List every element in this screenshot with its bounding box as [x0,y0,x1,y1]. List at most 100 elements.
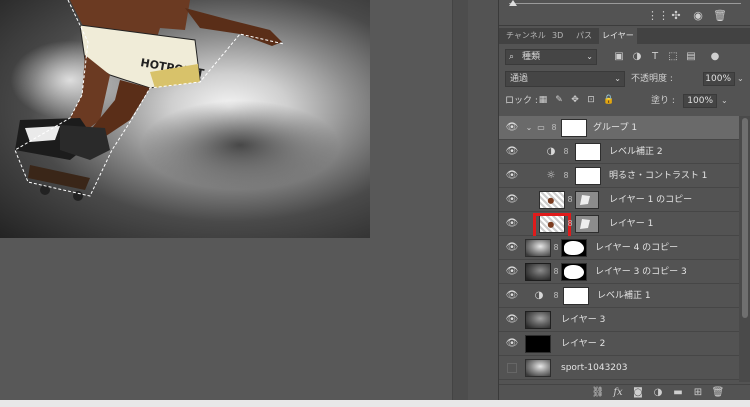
layer-thumbnail[interactable] [525,359,551,377]
layer-row-levels-1[interactable]: 👁 ◑ 8 レベル補正 1 [499,284,739,308]
layer-row-layer-2[interactable]: 👁 レイヤー 2 [499,332,739,356]
eye-icon[interactable]: 👁 [505,145,519,159]
layer-mask-thumbnail[interactable] [575,191,599,209]
shape-filter-icon[interactable]: ⬚ [667,50,679,64]
layer-row-layer-3[interactable]: 👁 レイヤー 3 [499,308,739,332]
layer-name[interactable]: レイヤー 3 [561,308,605,332]
layer-thumbnail[interactable] [525,239,551,257]
new-layer-icon[interactable]: ⊞ [691,386,705,400]
layers-scrollbar[interactable] [739,116,750,382]
link-icon[interactable]: 8 [563,170,569,182]
link-icon[interactable]: 8 [551,122,557,134]
link-layers-icon[interactable]: ⛓ [591,386,605,400]
eye-icon[interactable]: 👁 [505,241,519,255]
lock-all-icon[interactable]: 🔒 [603,93,615,107]
blend-row: 通過 ⌄ 不透明度 : 100% ⌄ [499,70,750,88]
new-group-icon[interactable]: ▬ [671,386,685,400]
filter-kind-select[interactable]: ⌕ 種類 ⌄ [505,49,597,65]
eye-icon[interactable]: ◉ [691,9,705,23]
eye-icon[interactable]: 👁 [505,193,519,207]
grid-icon[interactable]: ⋮⋮ [647,9,669,23]
add-mask-icon[interactable]: ◙ [631,386,645,400]
blend-mode-select[interactable]: 通過 ⌄ [505,71,625,87]
layer-thumbnail[interactable] [525,263,551,281]
fill-label: 塗り : [651,96,675,106]
eye-icon[interactable]: 👁 [505,265,519,279]
layer-name[interactable]: グループ 1 [593,116,637,140]
eye-icon[interactable]: 👁 [505,217,519,231]
layer-name[interactable]: 明るさ・コントラスト 1 [609,164,707,188]
type-filter-icon[interactable]: T [649,50,661,64]
lock-artboard-icon[interactable]: ⊡ [585,93,597,107]
layer-row-layer-3-copy-3[interactable]: 👁 8 レイヤー 3 のコピー 3 [499,260,739,284]
lock-label: ロック : [505,96,538,106]
filter-toggle-icon[interactable]: ● [709,50,721,64]
slider-handle[interactable] [509,0,517,6]
chevron-down-icon[interactable]: ⌄ [737,71,744,87]
layer-row-sport-1043203[interactable]: sport-1043203 [499,356,739,380]
chevron-down-icon[interactable]: ⌄ [721,93,728,109]
chevron-down-icon: ⌄ [586,52,593,61]
canvas-area[interactable]: HOTPOINT [0,0,452,400]
new-adjustment-icon[interactable]: ◑ [651,386,665,400]
layer-mask-thumbnail[interactable] [561,119,587,137]
layer-row-layer-1[interactable]: 👁 8 レイヤー 1 [499,212,739,239]
layer-name[interactable]: レイヤー 2 [561,332,605,356]
layer-mask-thumbnail[interactable] [561,239,587,257]
opacity-input[interactable]: 100% [703,72,735,86]
eye-icon[interactable]: 👁 [505,289,519,303]
eye-icon[interactable]: 👁 [505,313,519,327]
layer-thumbnail[interactable] [525,311,551,329]
layer-row-brightness-contrast-1[interactable]: 👁 ☼ 8 明るさ・コントラスト 1 [499,164,739,188]
layer-row-layer-1-copy[interactable]: 👁 8 レイヤー 1 のコピー [499,188,739,212]
fx-icon[interactable]: fx [611,386,625,400]
link-icon[interactable]: 8 [553,266,559,278]
layer-mask-thumbnail[interactable] [563,287,589,305]
layer-mask-thumbnail[interactable] [561,263,587,281]
canvas-vertical-scrollbar[interactable] [452,0,468,400]
layer-row-levels-2[interactable]: 👁 ◑ 8 レベル補正 2 [499,140,739,164]
layer-thumbnail[interactable] [539,191,565,209]
layer-row-group-1[interactable]: 👁 ⌄ ▭ 8 グループ 1 [499,116,739,140]
layer-name[interactable]: レイヤー 1 のコピー [609,188,692,212]
layer-mask-thumbnail[interactable] [575,215,599,233]
tab-channels[interactable]: チャンネル [503,28,549,44]
lock-brush-icon[interactable]: ✎ [553,93,565,107]
layer-name[interactable]: sport-1043203 [561,356,627,380]
layer-name[interactable]: レベル補正 2 [609,140,663,164]
visibility-toggle[interactable] [507,363,517,373]
layer-name[interactable]: レイヤー 3 のコピー 3 [595,260,687,284]
pixel-filter-icon[interactable]: ▣ [613,50,625,64]
layer-mask-thumbnail[interactable] [575,143,601,161]
eye-icon[interactable]: 👁 [505,121,519,135]
link-icon[interactable]: 8 [553,290,559,302]
opacity-label: 不透明度 : [631,74,673,84]
tab-3d[interactable]: 3D [549,28,566,44]
layer-row-layer-4-copy[interactable]: 👁 8 レイヤー 4 のコピー [499,236,739,260]
layer-name[interactable]: レイヤー 4 のコピー [595,236,678,260]
link-icon[interactable]: 8 [567,218,573,230]
layer-mask-thumbnail[interactable] [575,167,601,185]
chevron-down-icon[interactable]: ⌄ [523,122,535,134]
trash-icon[interactable]: 🗑 [713,9,727,23]
slider-track[interactable] [509,3,741,4]
tab-layers[interactable]: レイヤー [599,28,637,44]
search-icon: ⌕ [509,52,515,62]
link-icon[interactable]: 8 [567,194,573,206]
link-icon[interactable]: 8 [563,146,569,158]
layer-name[interactable]: レベル補正 1 [597,284,651,308]
trash-icon[interactable]: 🗑 [711,386,725,400]
adjustment-filter-icon[interactable]: ◑ [631,50,643,64]
document-image[interactable]: HOTPOINT [0,0,370,238]
fill-input[interactable]: 100% [683,94,717,108]
link-icon[interactable]: 8 [553,242,559,254]
lock-move-icon[interactable]: ✥ [569,93,581,107]
lock-transparent-icon[interactable]: ▦ [537,93,549,107]
move-icon[interactable]: ✣ [669,9,683,23]
eye-icon[interactable]: 👁 [505,337,519,351]
eye-icon[interactable]: 👁 [505,169,519,183]
layer-thumbnail[interactable] [525,335,551,353]
tab-paths[interactable]: パス [573,28,595,44]
smart-object-filter-icon[interactable]: ▤ [685,50,697,64]
layer-name[interactable]: レイヤー 1 [609,212,653,236]
